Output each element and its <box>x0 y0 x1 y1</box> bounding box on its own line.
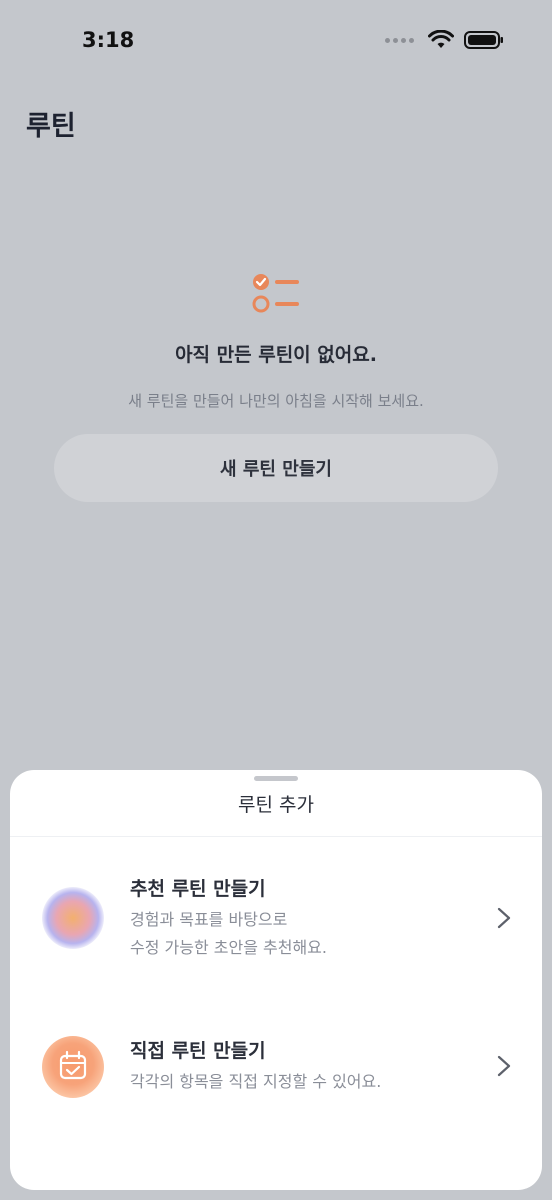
divider <box>10 836 542 837</box>
empty-state-title: 아직 만든 루틴이 없어요. <box>175 344 377 366</box>
option-description-line2: 수정 가능한 초안을 추천해요. <box>130 938 327 957</box>
option-description-line1: 경험과 목표를 바탕으로 <box>130 910 288 929</box>
chevron-right-icon <box>497 907 511 929</box>
cellular-signal-icon <box>385 37 414 43</box>
chevron-right-icon <box>497 1055 511 1077</box>
battery-icon <box>464 31 503 49</box>
wifi-icon <box>428 30 454 48</box>
manual-routine-option[interactable]: 직접 루틴 만들기 각각의 항목을 직접 지정할 수 있어요. <box>10 1020 542 1140</box>
checklist-icon <box>252 274 299 313</box>
option-description: 각각의 항목을 직접 지정할 수 있어요. <box>130 1072 382 1091</box>
add-routine-sheet: 루틴 추가 추천 루틴 만들기 경험과 목표를 바탕으로 수정 가능한 초안을 … <box>10 770 542 1190</box>
sparkle-orb-icon <box>42 887 104 949</box>
option-title: 추천 루틴 만들기 <box>130 878 266 900</box>
empty-state-subtitle: 새 루틴을 만들어 나만의 아침을 시작해 보세요. <box>128 392 424 410</box>
new-routine-button[interactable]: 새 루틴 만들기 <box>54 434 498 502</box>
calendar-check-icon <box>42 1036 104 1098</box>
sheet-title: 루틴 추가 <box>238 794 314 816</box>
recommended-routine-option[interactable]: 추천 루틴 만들기 경험과 목표를 바탕으로 수정 가능한 초안을 추천해요. <box>10 856 542 976</box>
status-bar: 3:18 <box>0 0 552 84</box>
page-title: 루틴 <box>26 111 76 142</box>
option-title: 직접 루틴 만들기 <box>130 1040 266 1062</box>
status-indicators <box>385 30 504 50</box>
status-time: 3:18 <box>82 28 135 52</box>
sheet-drag-handle[interactable] <box>254 776 298 781</box>
